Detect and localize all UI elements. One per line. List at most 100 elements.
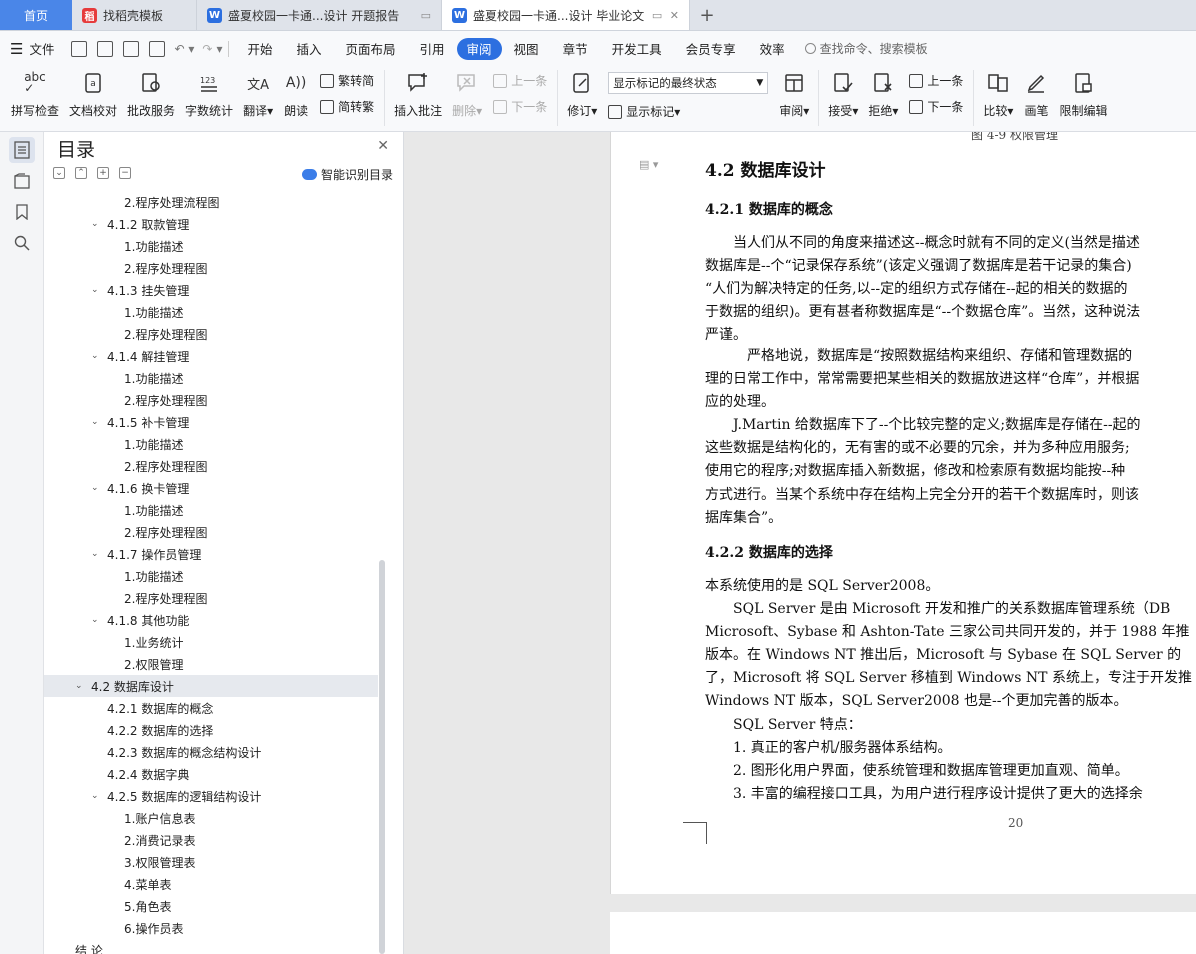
new-tab-icon[interactable]: + [690, 0, 724, 30]
toc-item[interactable]: 1.功能描述 [44, 235, 378, 257]
smart-toc-button[interactable]: 智能识别目录 [301, 166, 393, 183]
prev-comment-button[interactable]: 上一条 [493, 72, 547, 89]
chevron-down-icon[interactable]: ⌄ [91, 417, 103, 427]
toc-item[interactable]: ⌄ 4.1.6 换卡管理 [44, 477, 378, 499]
spell-check-button[interactable]: abc ✓ 拼写检查 [6, 66, 64, 119]
annotate-service-button[interactable]: 批改服务 [122, 66, 180, 119]
toc-item[interactable]: 4.2.1 数据库的概念 [44, 697, 378, 719]
menu-view[interactable]: 视图 [502, 38, 551, 60]
toc-item[interactable]: ⌄ 4.1.7 操作员管理 [44, 543, 378, 565]
toc-item[interactable]: 结 论 [44, 939, 378, 954]
tab-docer-templates[interactable]: 稻 找稻壳模板 [72, 0, 197, 30]
delete-comment-button[interactable]: 删除▾ [447, 66, 487, 119]
window-icon[interactable]: ▭ [415, 9, 431, 22]
menu-page-layout[interactable]: 页面布局 [334, 38, 408, 60]
track-changes-button[interactable]: 修订▾ [562, 66, 602, 119]
toc-item[interactable]: ⌄ 4.1.5 补卡管理 [44, 411, 378, 433]
undo-icon[interactable]: ↶ ▾ [174, 42, 194, 56]
menu-efficiency[interactable]: 效率 [748, 38, 797, 60]
expand-up-icon[interactable]: ⌃ [75, 167, 87, 179]
chevron-down-icon[interactable]: ⌄ [91, 351, 103, 361]
menu-member[interactable]: 会员专享 [674, 38, 748, 60]
menu-file[interactable]: 文件 [27, 38, 66, 60]
close-tab-icon[interactable]: ✕ [664, 9, 679, 22]
prev-change-button[interactable]: 上一条 [909, 72, 963, 89]
toc-item[interactable]: 2.程序处理程图 [44, 521, 378, 543]
menu-developer[interactable]: 开发工具 [600, 38, 674, 60]
next-change-button[interactable]: 下一条 [909, 98, 963, 115]
tab-thesis-doc[interactable]: W 盛夏校园一卡通...设计 毕业论文 ▭ ✕ [442, 0, 690, 30]
chevron-down-icon[interactable]: ⌄ [91, 483, 103, 493]
insert-comment-button[interactable]: 插入批注 [389, 66, 447, 119]
translate-button[interactable]: 文A 翻译▾ [238, 66, 278, 119]
accept-button[interactable]: 接受▾ [823, 66, 863, 119]
toc-item[interactable]: ⌄ 4.1.3 挂失管理 [44, 279, 378, 301]
compare-button[interactable]: 比较▾ [978, 66, 1018, 119]
review-pane-button[interactable]: 审阅▾ [774, 66, 814, 119]
read-aloud-button[interactable]: A)) 朗读 [278, 66, 314, 119]
paragraph-mark-icon[interactable]: ▤ ▾ [639, 158, 658, 171]
toc-item[interactable]: 2.消费记录表 [44, 829, 378, 851]
next-document-page[interactable] [610, 912, 1196, 954]
toc-item[interactable]: 3.权限管理表 [44, 851, 378, 873]
toc-item[interactable]: 5.角色表 [44, 895, 378, 917]
toc-item[interactable]: 1.功能描述 [44, 565, 378, 587]
pen-button[interactable]: 画笔 [1018, 66, 1054, 119]
chevron-down-icon[interactable]: ⌄ [75, 681, 87, 691]
chevron-down-icon[interactable]: ⌄ [91, 219, 103, 229]
bookmark-icon[interactable] [9, 199, 35, 225]
restrict-editing-button[interactable]: 限制编辑 [1054, 66, 1112, 119]
toc-item[interactable]: 1.功能描述 [44, 367, 378, 389]
command-search[interactable]: 查找命令、搜索模板 [804, 40, 928, 57]
doc-proof-button[interactable]: a 文档校对 [64, 66, 122, 119]
collapse-all-icon[interactable]: ⌄ [53, 167, 65, 179]
chevron-down-icon[interactable]: ⌄ [91, 615, 103, 625]
print-preview-icon[interactable] [149, 40, 166, 57]
chevron-down-icon[interactable]: ⌄ [91, 285, 103, 295]
toc-item[interactable]: 4.菜单表 [44, 873, 378, 895]
toc-item[interactable]: 1.业务统计 [44, 631, 378, 653]
menu-review[interactable]: 审阅 [456, 37, 502, 60]
close-icon[interactable]: ✕ [377, 138, 389, 154]
toc-item[interactable]: 4.2.4 数据字典 [44, 763, 378, 785]
toc-item[interactable]: 2.程序处理程图 [44, 587, 378, 609]
toc-item[interactable]: 2.程序处理程图 [44, 455, 378, 477]
next-comment-button[interactable]: 下一条 [493, 98, 547, 115]
menu-insert[interactable]: 插入 [284, 38, 333, 60]
remove-heading-icon[interactable]: − [119, 167, 131, 179]
toc-item[interactable]: ⌄ 4.2 数据库设计 [44, 675, 378, 697]
toc-item[interactable]: ⌄ 4.2.5 数据库的逻辑结构设计 [44, 785, 378, 807]
markup-mode-select[interactable]: 显示标记的最终状态 ▼ [608, 72, 769, 94]
chevron-down-icon[interactable]: ⌄ [91, 549, 103, 559]
toc-item[interactable]: 2.权限管理 [44, 653, 378, 675]
toc-item[interactable]: 4.2.3 数据库的概念结构设计 [44, 741, 378, 763]
add-heading-icon[interactable]: + [97, 167, 109, 179]
toc-item[interactable]: 4.2.2 数据库的选择 [44, 719, 378, 741]
toc-item[interactable]: 1.功能描述 [44, 433, 378, 455]
simp-to-trad-button[interactable]: 简转繁 [320, 98, 374, 115]
document-page[interactable]: ▤ ▾ 图 4-9 权限管理 4.2 数据库设计 4.2.1 数据库的概念 当人… [610, 132, 1196, 894]
toc-scrollbar[interactable] [379, 560, 385, 954]
reject-button[interactable]: 拒绝▾ [863, 66, 903, 119]
toc-item[interactable]: 2.程序处理程图 [44, 257, 378, 279]
show-markup-button[interactable]: 显示标记 ▾ [608, 103, 768, 120]
save-icon[interactable] [71, 40, 88, 57]
menu-chapter[interactable]: 章节 [551, 38, 600, 60]
tab-home[interactable]: 首页 [0, 0, 72, 30]
tab-proposal-doc[interactable]: W 盛夏校园一卡通...设计 开题报告 ▭ [197, 0, 442, 30]
chapter-nav-icon[interactable] [9, 168, 35, 194]
toc-item[interactable]: 2.程序处理流程图 [44, 191, 378, 213]
menu-start[interactable]: 开始 [235, 38, 284, 60]
redo-icon[interactable]: ↷ [202, 42, 212, 56]
toc-item[interactable]: ⌄ 4.1.8 其他功能 [44, 609, 378, 631]
chevron-down-icon[interactable]: ⌄ [91, 791, 103, 801]
toc-item[interactable]: 1.功能描述 [44, 301, 378, 323]
hamburger-icon[interactable]: ☰ [10, 40, 23, 58]
toc-item[interactable]: ⌄ 4.1.2 取款管理 [44, 213, 378, 235]
toc-item[interactable]: 6.操作员表 [44, 917, 378, 939]
menu-references[interactable]: 引用 [408, 38, 457, 60]
window-icon[interactable]: ▭ [646, 9, 662, 22]
trad-to-simp-button[interactable]: 繁转简 [320, 72, 374, 89]
toc-item[interactable]: 2.程序处理程图 [44, 323, 378, 345]
search-icon[interactable] [9, 230, 35, 256]
